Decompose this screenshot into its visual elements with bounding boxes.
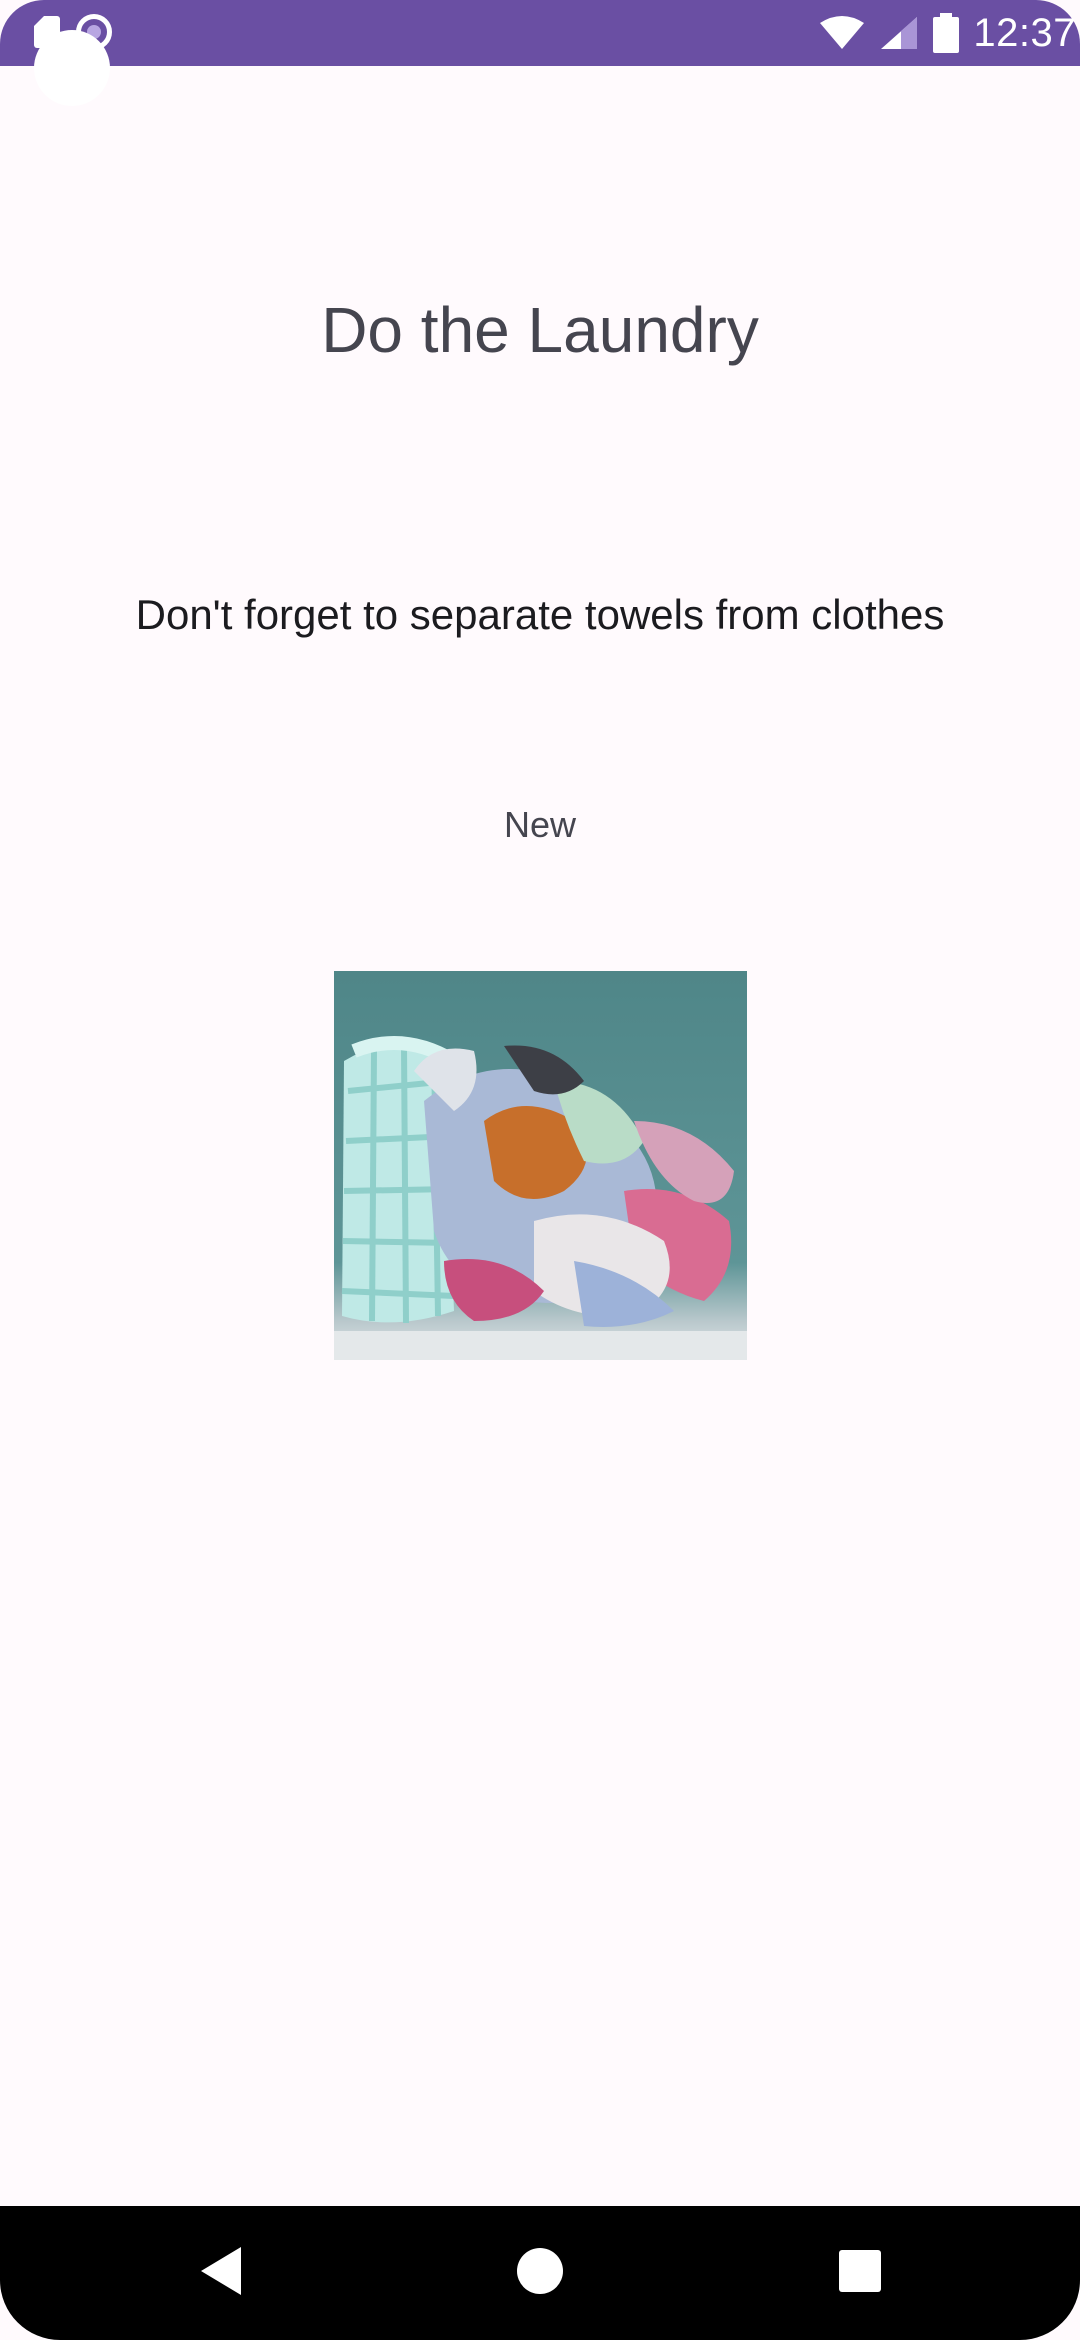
home-icon [517,2248,563,2294]
laundry-basket-photo [334,971,747,1360]
cellular-signal-icon [881,17,918,49]
back-button[interactable] [186,2236,256,2306]
home-button[interactable] [505,2236,575,2306]
recents-button[interactable] [825,2236,895,2306]
wifi-icon [820,16,865,49]
battery-icon [933,13,960,53]
task-title: Do the Laundry [321,294,759,366]
laundry-basket-image [334,971,747,1360]
status-bar: 12:37 [0,0,1080,66]
floating-overlay-dot[interactable] [34,30,110,106]
status-bar-right-icons: 12:37 [819,0,1080,66]
task-description: Don't forget to separate towels from clo… [135,591,945,638]
status-bar-time: 12:37 [973,10,1076,55]
navigation-bar [0,2206,1080,2340]
recents-icon [839,2250,881,2292]
task-status: New [503,804,577,845]
back-icon [201,2247,241,2295]
